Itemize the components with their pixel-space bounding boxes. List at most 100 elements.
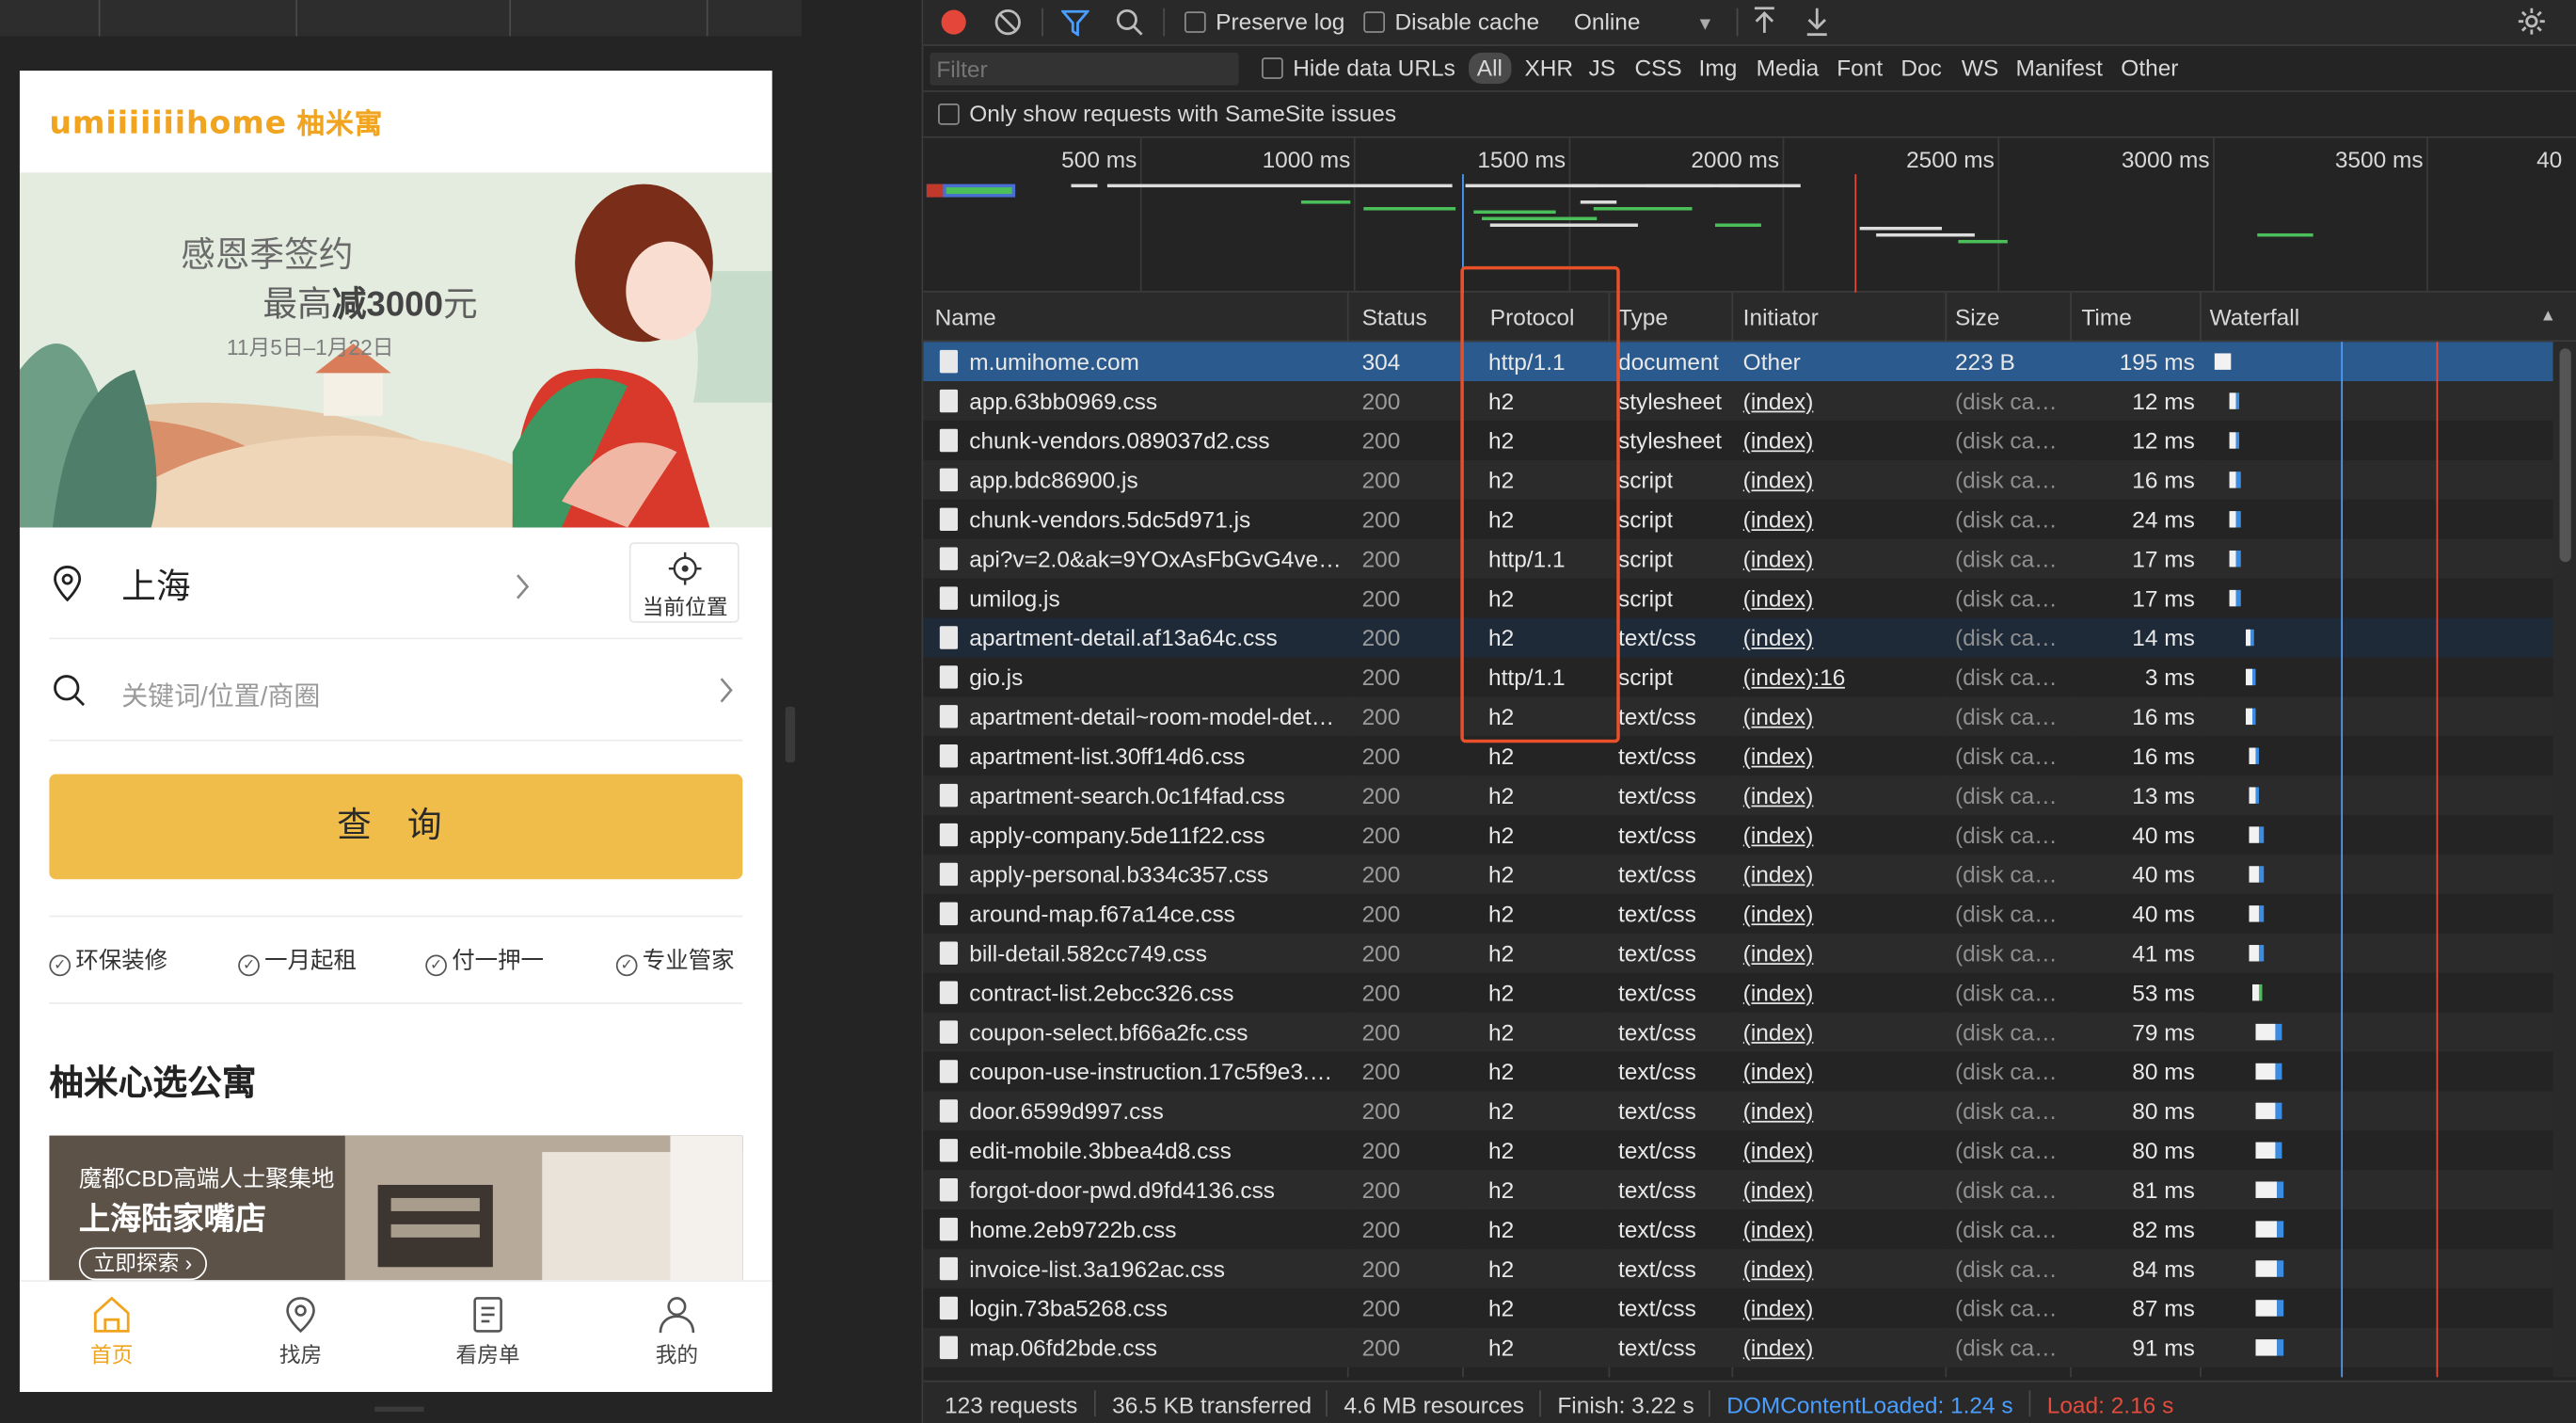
filter-type-manifest[interactable]: Manifest [2016, 55, 2103, 81]
request-initiator[interactable]: (index) [1743, 1137, 1814, 1163]
request-initiator[interactable]: (index) [1743, 388, 1814, 414]
request-initiator[interactable]: (index) [1743, 506, 1814, 533]
request-initiator[interactable]: (index) [1743, 901, 1814, 927]
request-initiator[interactable]: (index) [1743, 1097, 1814, 1124]
resize-handle[interactable] [374, 1406, 424, 1412]
table-row[interactable]: door.6599d997.css 200 h2 text/css (index) (di… [923, 1091, 2553, 1131]
current-location-button[interactable]: 当前位置 [628, 542, 739, 623]
query-button[interactable]: 查 询 [49, 774, 743, 880]
preserve-log-checkbox[interactable]: Preserve log [1184, 8, 1344, 35]
request-initiator[interactable]: (index) [1743, 1216, 1814, 1242]
filter-type-css[interactable]: CSS [1634, 55, 1681, 81]
apartment-card[interactable]: 魔都CBD高端人士聚集地 上海陆家嘴店 立即探索 › [49, 1135, 743, 1301]
disable-cache-checkbox[interactable]: Disable cache [1363, 8, 1539, 35]
table-row[interactable]: coupon-use-instruction.17c5f9e3.… 200 h2 te… [923, 1051, 2553, 1092]
request-initiator[interactable]: (index) [1743, 1176, 1814, 1203]
scrollbar-thumb[interactable] [2559, 348, 2571, 563]
filter-type-font[interactable]: Font [1837, 55, 1883, 81]
table-row[interactable]: around-map.f67a14ce.css 200 h2 text/css (ind… [923, 893, 2553, 934]
request-initiator[interactable]: (index) [1743, 743, 1814, 769]
filter-icon[interactable] [1061, 9, 1089, 37]
table-row[interactable]: map.06fd2bde.css 200 h2 text/css (index) (dis… [923, 1327, 2553, 1367]
table-row[interactable]: contract-list.2ebcc326.css 200 h2 text/css (… [923, 972, 2553, 1013]
request-initiator[interactable]: (index) [1743, 940, 1814, 967]
hide-data-urls-checkbox[interactable]: Hide data URLs [1262, 55, 1455, 81]
table-row[interactable]: chunk-vendors.5dc5d971.js 200 h2 script (ind… [923, 499, 2553, 539]
sort-ascending-icon[interactable]: ▲ [2540, 308, 2556, 326]
request-initiator[interactable]: (index) [1743, 625, 1814, 651]
table-row[interactable]: apply-company.5de11f22.css 200 h2 text/css (… [923, 815, 2553, 855]
resize-handle[interactable] [785, 706, 796, 763]
table-row[interactable]: edit-mobile.3bbea4d8.css 200 h2 text/css (in… [923, 1130, 2553, 1171]
promo-banner[interactable]: 感恩季签约 最高减3000元 11月5日–1月22日 [19, 172, 772, 528]
table-row[interactable]: chunk-vendors.089037d2.css 200 h2 styleshee… [923, 421, 2553, 460]
samesite-checkbox[interactable]: Only show requests with SameSite issues [938, 101, 1396, 126]
request-initiator[interactable]: (index) [1743, 1019, 1814, 1046]
table-row[interactable]: apply-personal.b334c357.css 200 h2 text/css… [923, 855, 2553, 894]
request-initiator[interactable]: (index) [1743, 1335, 1814, 1361]
brand-logo[interactable]: umiiiiiiihome 柚米寓 [49, 101, 383, 141]
request-initiator[interactable]: (index) [1743, 1255, 1814, 1282]
request-initiator[interactable]: (index) [1743, 703, 1814, 729]
tab-find-house[interactable]: 找房 [227, 1295, 374, 1369]
keyword-search[interactable]: 关键词/位置/商圈 [49, 639, 743, 742]
request-initiator[interactable]: (index):16 [1743, 664, 1846, 690]
request-initiator[interactable]: (index) [1743, 1059, 1814, 1085]
request-initiator[interactable]: Other [1743, 348, 1801, 375]
filter-type-other[interactable]: Other [2121, 55, 2178, 81]
request-initiator[interactable]: (index) [1743, 822, 1814, 848]
table-row[interactable]: invoice-list.3a1962ac.css 200 h2 text/css (i… [923, 1249, 2553, 1288]
record-icon[interactable] [941, 9, 966, 35]
table-row[interactable]: app.63bb0969.css 200 h2 stylesheet (index) (d… [923, 381, 2553, 422]
filter-type-ws[interactable]: WS [1962, 55, 1998, 81]
table-row[interactable]: umilog.js 200 h2 script (index) (disk ca… 17 m… [923, 578, 2553, 618]
filter-type-media[interactable]: Media [1757, 55, 1820, 81]
search-icon[interactable] [1116, 8, 1144, 37]
column-waterfall[interactable]: Waterfall [2210, 304, 2300, 330]
request-initiator[interactable]: (index) [1743, 467, 1814, 493]
filter-input[interactable] [930, 52, 1239, 86]
table-row[interactable]: apartment-detail.af13a64c.css 200 h2 text/c… [923, 617, 2553, 658]
throttling-select[interactable]: Online ▼ [1574, 8, 1714, 35]
table-row[interactable]: bill-detail.582cc749.css 200 h2 text/css (in… [923, 933, 2553, 973]
import-har-icon[interactable] [1753, 7, 1775, 36]
tab-mine[interactable]: 我的 [603, 1295, 751, 1369]
column-name[interactable]: Name [935, 304, 996, 330]
request-initiator[interactable]: (index) [1743, 1295, 1814, 1321]
table-row[interactable]: coupon-select.bf66a2fc.css 200 h2 text/css (… [923, 1012, 2553, 1052]
city-selector[interactable]: 上海 当前位置 [49, 542, 743, 640]
column-time[interactable]: Time [2081, 304, 2131, 330]
request-initiator[interactable]: (index) [1743, 585, 1814, 612]
table-row[interactable]: home.2eb9722b.css 200 h2 text/css (index) (di… [923, 1209, 2553, 1250]
filter-type-all[interactable]: All [1469, 52, 1511, 85]
column-type[interactable]: Type [1618, 304, 1668, 330]
request-initiator[interactable]: (index) [1743, 427, 1814, 454]
filter-type-img[interactable]: Img [1699, 55, 1738, 81]
export-har-icon[interactable] [1805, 7, 1828, 37]
table-row[interactable]: api?v=2.0&ak=9YOxAsFbGvG4ve… 200 http/1.1 s… [923, 538, 2553, 579]
table-row[interactable]: m.umihome.com 304 http/1.1 document Other 223… [923, 342, 2553, 382]
gear-icon[interactable] [2517, 7, 2546, 36]
request-initiator[interactable]: (index) [1743, 861, 1814, 887]
table-row[interactable]: app.bdc86900.js 200 h2 script (index) (disk c… [923, 459, 2553, 500]
table-row[interactable]: apartment-detail~room-model-det… 200 h2 tex… [923, 696, 2553, 737]
table-row[interactable]: apartment-list.30ff14d6.css 200 h2 text/css… [923, 736, 2553, 776]
clear-icon[interactable] [994, 8, 1022, 37]
request-initiator[interactable]: (index) [1743, 546, 1814, 572]
table-row[interactable]: gio.js 200 http/1.1 script (index):16 (disk c… [923, 657, 2553, 697]
tab-home[interactable]: 首页 [38, 1295, 185, 1369]
explore-button[interactable]: 立即探索 › [78, 1247, 207, 1281]
column-size[interactable]: Size [1955, 304, 2000, 330]
table-row[interactable]: forgot-door-pwd.d9fd4136.css 200 h2 text/cs… [923, 1170, 2553, 1210]
timeline-overview[interactable]: 500 ms 1000 ms 1500 ms 2000 ms 2500 ms 3… [923, 137, 2576, 293]
column-initiator[interactable]: Initiator [1743, 304, 1819, 330]
request-initiator[interactable]: (index) [1743, 782, 1814, 808]
filter-type-xhr[interactable]: XHR [1524, 55, 1573, 81]
table-row[interactable]: apartment-search.0c1f4fad.css 200 h2 text/c… [923, 775, 2553, 816]
column-status[interactable]: Status [1362, 304, 1427, 330]
request-initiator[interactable]: (index) [1743, 980, 1814, 1006]
filter-type-doc[interactable]: Doc [1900, 55, 1941, 81]
filter-type-js[interactable]: JS [1589, 55, 1616, 81]
table-row[interactable]: login.73ba5268.css 200 h2 text/css (index) (d… [923, 1287, 2553, 1328]
tab-viewing-list[interactable]: 看房单 [414, 1295, 562, 1369]
